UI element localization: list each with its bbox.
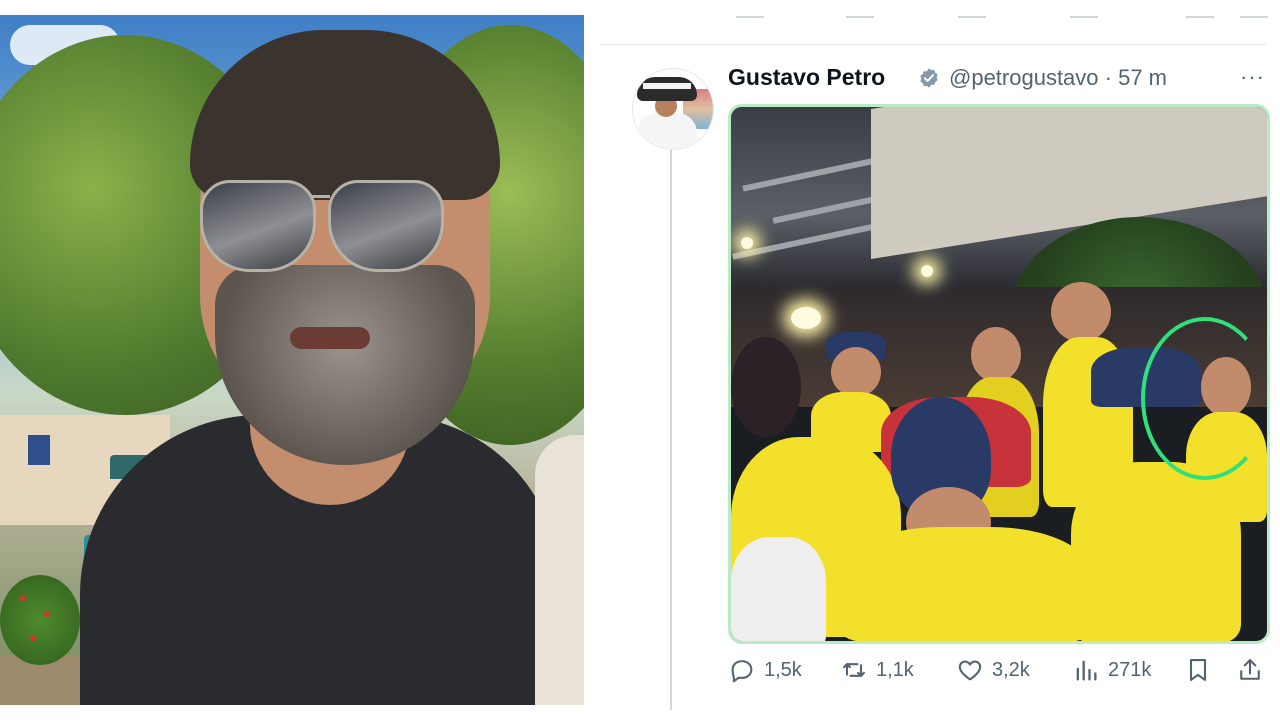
person-head (1051, 282, 1111, 342)
action-fragment (1240, 6, 1268, 18)
more-options-button[interactable]: ··· (1240, 64, 1265, 90)
action-fragment (846, 6, 874, 18)
bookmark-icon (1189, 659, 1207, 681)
white-shirt (731, 537, 826, 641)
left-photo-bearded-man (0, 15, 584, 705)
divider (600, 44, 1266, 45)
previous-tweet-actions-fragment (600, 0, 1268, 44)
mouth (290, 327, 370, 349)
stadium-light (921, 265, 933, 277)
author-handle-and-time[interactable]: @petrogustavo · 57 m (949, 65, 1167, 91)
reply-button[interactable]: 1,5k (728, 652, 802, 688)
highlight-circle-annotation (1141, 317, 1267, 480)
flower (30, 635, 36, 641)
author-avatar[interactable] (632, 68, 714, 150)
views-button[interactable]: 271k (1072, 652, 1151, 688)
action-fragment (736, 6, 764, 18)
avatar-body (637, 113, 697, 149)
camera-flash (791, 307, 821, 329)
person-head-dark (731, 337, 801, 437)
flower-bush (0, 575, 80, 665)
action-fragment (1186, 6, 1214, 18)
yellow-jersey-foreground (841, 527, 1091, 641)
flower (20, 595, 26, 601)
share-button[interactable] (1236, 652, 1272, 688)
tweet-action-bar: 1,5k 1,1k 3,2k 271k (728, 652, 1268, 692)
retweet-button[interactable]: 1,1k (840, 652, 914, 688)
reply-icon (731, 660, 753, 683)
person-head (831, 347, 881, 397)
flower (44, 611, 50, 617)
retweet-count: 1,1k (876, 658, 914, 681)
yellow-jersey-foreground (1071, 462, 1241, 641)
like-count: 3,2k (992, 658, 1030, 681)
view-count: 271k (1108, 658, 1152, 681)
bookmark-button[interactable] (1184, 652, 1220, 688)
sunglasses-bridge (310, 195, 330, 198)
verified-badge-icon (920, 68, 938, 88)
action-fragment (1070, 6, 1098, 18)
retweet-icon (843, 663, 865, 677)
thread-line (670, 150, 672, 710)
like-button[interactable]: 3,2k (956, 652, 1030, 688)
building-sign (28, 435, 50, 465)
views-icon (1076, 660, 1097, 681)
reply-count: 1,5k (764, 658, 802, 681)
author-name[interactable]: Gustavo Petro (728, 64, 885, 91)
tweet-media-image[interactable] (728, 104, 1270, 644)
sweater-shoulder (535, 435, 584, 705)
heart-icon (958, 660, 982, 681)
sunglasses-lens-right (328, 180, 444, 272)
share-icon (1240, 659, 1260, 680)
stadium-light (741, 237, 753, 249)
avatar-hatband (643, 83, 691, 89)
sunglasses-lens-left (200, 180, 316, 272)
avatar-hat (637, 77, 697, 101)
person-head (971, 327, 1021, 382)
action-fragment (958, 6, 986, 18)
